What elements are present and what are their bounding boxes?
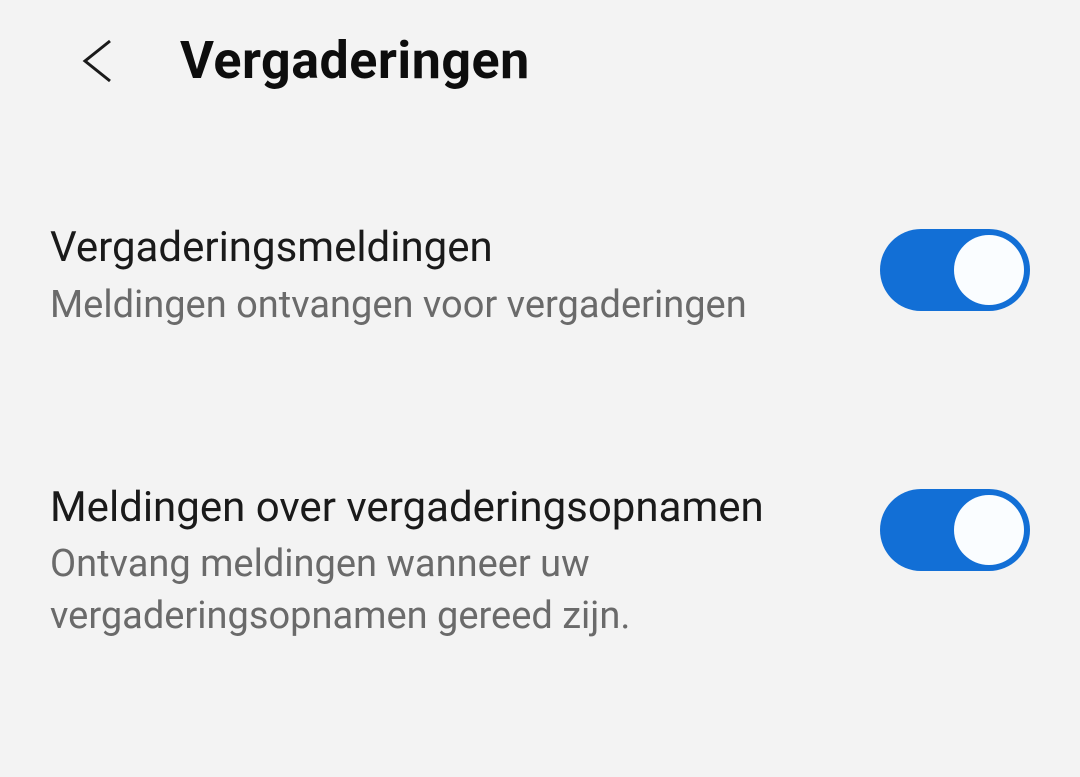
header: Vergaderingen xyxy=(0,0,1080,121)
back-button[interactable] xyxy=(70,31,130,91)
back-arrow-icon xyxy=(75,36,125,86)
setting-title: Vergaderingsmeldingen xyxy=(50,221,840,276)
setting-row-meeting-notifications: Vergaderingsmeldingen Meldingen ontvange… xyxy=(50,221,1030,331)
setting-title: Meldingen over vergaderingsopnamen xyxy=(50,481,840,536)
setting-row-recording-notifications: Meldingen over vergaderingsopnamen Ontva… xyxy=(50,481,1030,642)
toggle-recording-notifications[interactable] xyxy=(880,489,1030,571)
setting-description: Ontvang meldingen wanneer uw vergadering… xyxy=(50,539,840,642)
toggle-meeting-notifications[interactable] xyxy=(880,229,1030,311)
setting-text: Vergaderingsmeldingen Meldingen ontvange… xyxy=(50,221,840,331)
setting-description: Meldingen ontvangen voor vergaderingen xyxy=(50,280,840,331)
toggle-thumb xyxy=(954,235,1024,305)
toggle-thumb xyxy=(954,495,1024,565)
settings-list: Vergaderingsmeldingen Meldingen ontvange… xyxy=(0,121,1080,642)
setting-text: Meldingen over vergaderingsopnamen Ontva… xyxy=(50,481,840,642)
page-title: Vergaderingen xyxy=(180,30,530,91)
